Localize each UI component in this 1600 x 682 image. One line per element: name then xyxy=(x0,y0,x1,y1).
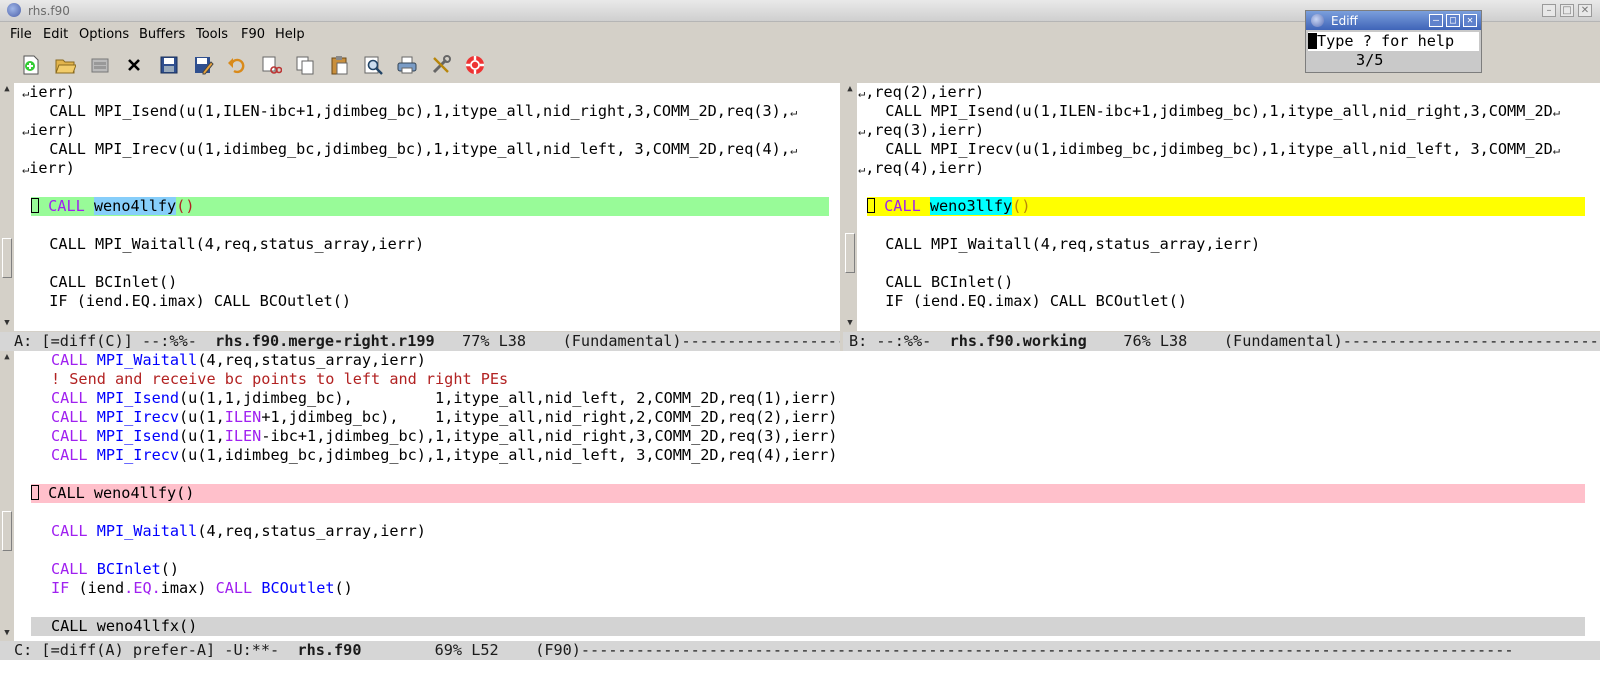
code-line: ↵,req(3),ierr) xyxy=(858,121,985,139)
scroll-up-arrow-icon[interactable]: ▲ xyxy=(843,83,857,95)
minibuffer[interactable] xyxy=(0,660,1600,682)
maximize-icon[interactable]: □ xyxy=(1560,4,1574,17)
close-window-icon[interactable]: ✕ xyxy=(1578,4,1592,17)
current-diff-region-b[interactable]: CALL weno3llfy() xyxy=(867,197,1585,216)
scroll-down-arrow-icon[interactable]: ▼ xyxy=(0,317,14,329)
code-line: CALL MPI_Waitall(4,req,status_array,ierr… xyxy=(51,522,426,540)
wrap-arrow-icon: ↵ xyxy=(789,105,798,119)
code-comment: ! Send and receive bc points to left and… xyxy=(51,370,509,388)
scrollbar-thumb[interactable] xyxy=(2,511,12,551)
text-cursor xyxy=(1308,33,1317,49)
code-line: CALL MPI_Waitall(4,req,status_array,ierr… xyxy=(51,351,426,369)
buffer-name-c: rhs.f90 xyxy=(297,641,362,659)
code-line: ↵ierr) xyxy=(22,83,75,101)
open-folder-icon[interactable] xyxy=(52,52,78,78)
code-line: ↵,req(2),ierr) xyxy=(858,83,985,101)
menu-buffers[interactable]: Buffers xyxy=(139,27,185,42)
search-icon[interactable] xyxy=(360,52,386,78)
scrollbar-thumb[interactable] xyxy=(845,233,855,273)
code-line: IF (iend.EQ.imax) CALL BCOutlet() xyxy=(51,579,353,597)
save-icon[interactable] xyxy=(156,52,182,78)
ediff-help-line: Type ? for help xyxy=(1308,32,1454,51)
save-as-icon[interactable] xyxy=(190,52,216,78)
pane-b-scrollbar[interactable]: ▲ ▼ xyxy=(843,83,857,331)
code-line: ↵ierr) xyxy=(22,121,75,139)
other-diff-region[interactable]: CALL weno4llfx() xyxy=(31,617,1585,636)
code-line: IF (iend.EQ.imax) CALL BCOutlet() xyxy=(867,292,1188,310)
emacs-app-icon xyxy=(7,3,21,17)
modeline-c[interactable]: C: [=diff(A) prefer-A] -U:**- rhs.f90 69… xyxy=(0,641,1600,660)
minimize-icon[interactable]: – xyxy=(1429,14,1443,27)
close-window-icon[interactable]: ✕ xyxy=(1463,14,1477,27)
paste-icon[interactable] xyxy=(326,52,352,78)
current-diff-region-a[interactable]: CALL weno4llfy() xyxy=(31,197,829,216)
print-icon[interactable] xyxy=(394,52,420,78)
ediff-title: Ediff xyxy=(1331,14,1358,28)
menu-edit[interactable]: Edit xyxy=(43,27,68,42)
ediff-app-icon xyxy=(1311,14,1324,27)
scrollbar-thumb[interactable] xyxy=(2,238,12,278)
menu-help[interactable]: Help xyxy=(275,27,305,42)
cut-icon[interactable] xyxy=(258,52,284,78)
diff-marker xyxy=(31,198,39,213)
pane-b[interactable]: ▲ ▼ ↵,req(2),ierr) CALL MPI_Isend(u(1,IL… xyxy=(843,83,1600,331)
pane-c-scrollbar[interactable]: ▲ ▼ xyxy=(0,351,14,641)
code-line: CALL BCInlet() xyxy=(51,560,180,578)
scroll-down-arrow-icon[interactable]: ▼ xyxy=(843,317,857,329)
undo-icon[interactable] xyxy=(224,52,250,78)
code-line: CALL MPI_Isend(u(1,ILEN-ibc+1,jdimbeg_bc… xyxy=(51,427,838,445)
code-line: CALL MPI_Isend(u(1,ILEN-ibc+1,jdimbeg_bc… xyxy=(31,102,798,120)
buffer-name-b: rhs.f90.working xyxy=(949,332,1087,350)
scroll-up-arrow-icon[interactable]: ▲ xyxy=(0,351,14,363)
menu-f90[interactable]: F90 xyxy=(241,27,265,42)
preferences-icon[interactable] xyxy=(428,52,454,78)
code-line: CALL MPI_Irecv(u(1,idimbeg_bc,jdimbeg_bc… xyxy=(31,140,798,158)
wrap-arrow-icon: ↵ xyxy=(1552,105,1561,119)
close-icon[interactable] xyxy=(121,52,147,78)
code-line: ↵,req(4),ierr) xyxy=(858,159,985,177)
buffer-name-a: rhs.f90.merge-right.r199 xyxy=(215,332,435,350)
code-line: CALL BCInlet() xyxy=(31,273,178,291)
ediff-title-bar[interactable]: Ediff – □ ✕ xyxy=(1306,11,1481,30)
wrap-arrow-icon: ↵ xyxy=(1552,143,1561,157)
modeline-b[interactable]: B: --:%%- rhs.f90.working 76% L38 (Funda… xyxy=(843,332,1600,351)
code-line: CALL MPI_Isend(u(1,ILEN-ibc+1,jdimbeg_bc… xyxy=(867,102,1561,120)
window-title: rhs.f90 xyxy=(28,4,70,18)
dired-icon[interactable] xyxy=(87,52,113,78)
minimize-icon[interactable]: – xyxy=(1542,4,1556,17)
code-line: ↵ierr) xyxy=(22,159,75,177)
code-line: CALL MPI_Irecv(u(1,idimbeg_bc,jdimbeg_bc… xyxy=(51,446,838,464)
code-line: IF (iend.EQ.imax) CALL BCOutlet() xyxy=(31,292,352,310)
wrap-arrow-icon: ↵ xyxy=(789,143,798,157)
ediff-modeline: 3/5 xyxy=(1308,51,1479,70)
modeline-a[interactable]: A: [=diff(C)] --:%%- rhs.f90.merge-right… xyxy=(0,332,840,351)
ediff-control-buffer[interactable]: Type ? for help 3/5 xyxy=(1308,32,1479,70)
pane-a[interactable]: ▲ ▼ ↵ierr) CALL MPI_Isend(u(1,ILEN-ibc+1… xyxy=(0,83,840,331)
menu-options[interactable]: Options xyxy=(79,27,129,42)
diff-marker xyxy=(867,198,875,213)
diff-marker xyxy=(31,485,39,500)
current-diff-region-c[interactable]: CALL weno4llfy() xyxy=(31,484,1585,503)
new-file-icon[interactable] xyxy=(18,52,44,78)
scroll-up-arrow-icon[interactable]: ▲ xyxy=(0,83,14,95)
code-line: CALL BCInlet() xyxy=(867,273,1014,291)
maximize-icon[interactable]: □ xyxy=(1446,14,1460,27)
code-line: CALL MPI_Irecv(u(1,ILEN+1,jdimbeg_bc), 1… xyxy=(51,408,838,426)
code-line: CALL MPI_Irecv(u(1,idimbeg_bc,jdimbeg_bc… xyxy=(867,140,1561,158)
pane-a-scrollbar[interactable]: ▲ ▼ xyxy=(0,83,14,331)
help-icon[interactable] xyxy=(462,52,488,78)
menu-tools[interactable]: Tools xyxy=(196,27,228,42)
menu-file[interactable]: File xyxy=(10,27,32,42)
code-line: CALL MPI_Isend(u(1,1,jdimbeg_bc), 1,ityp… xyxy=(51,389,838,407)
ediff-control-window[interactable]: Ediff – □ ✕ Type ? for help 3/5 xyxy=(1305,10,1482,73)
pane-c[interactable]: ▲ ▼ CALL MPI_Waitall(4,req,status_array,… xyxy=(0,351,1600,641)
copy-icon[interactable] xyxy=(292,52,318,78)
diff-counter: 3/5 xyxy=(1356,51,1384,69)
scroll-down-arrow-icon[interactable]: ▼ xyxy=(0,627,14,639)
code-line: CALL MPI_Waitall(4,req,status_array,ierr… xyxy=(31,235,425,253)
code-line: CALL MPI_Waitall(4,req,status_array,ierr… xyxy=(867,235,1261,253)
